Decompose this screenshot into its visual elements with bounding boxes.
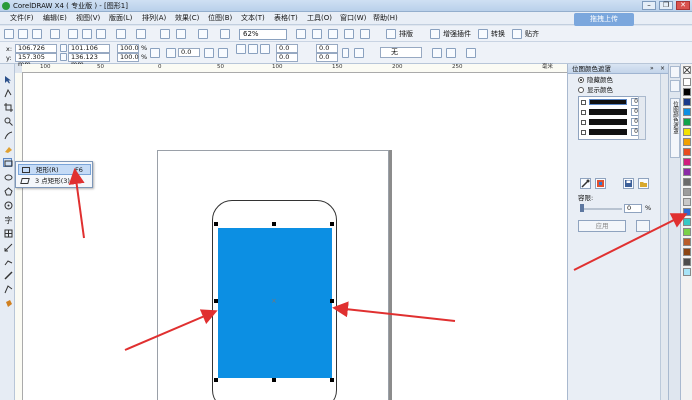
annotation-arrows: [68, 168, 688, 351]
arrow-to-flyout: [68, 168, 85, 239]
arrow-to-palette: [573, 213, 688, 271]
arrow-to-rectangle-left: [124, 309, 218, 351]
arrow-to-rectangle-right: [332, 301, 456, 322]
